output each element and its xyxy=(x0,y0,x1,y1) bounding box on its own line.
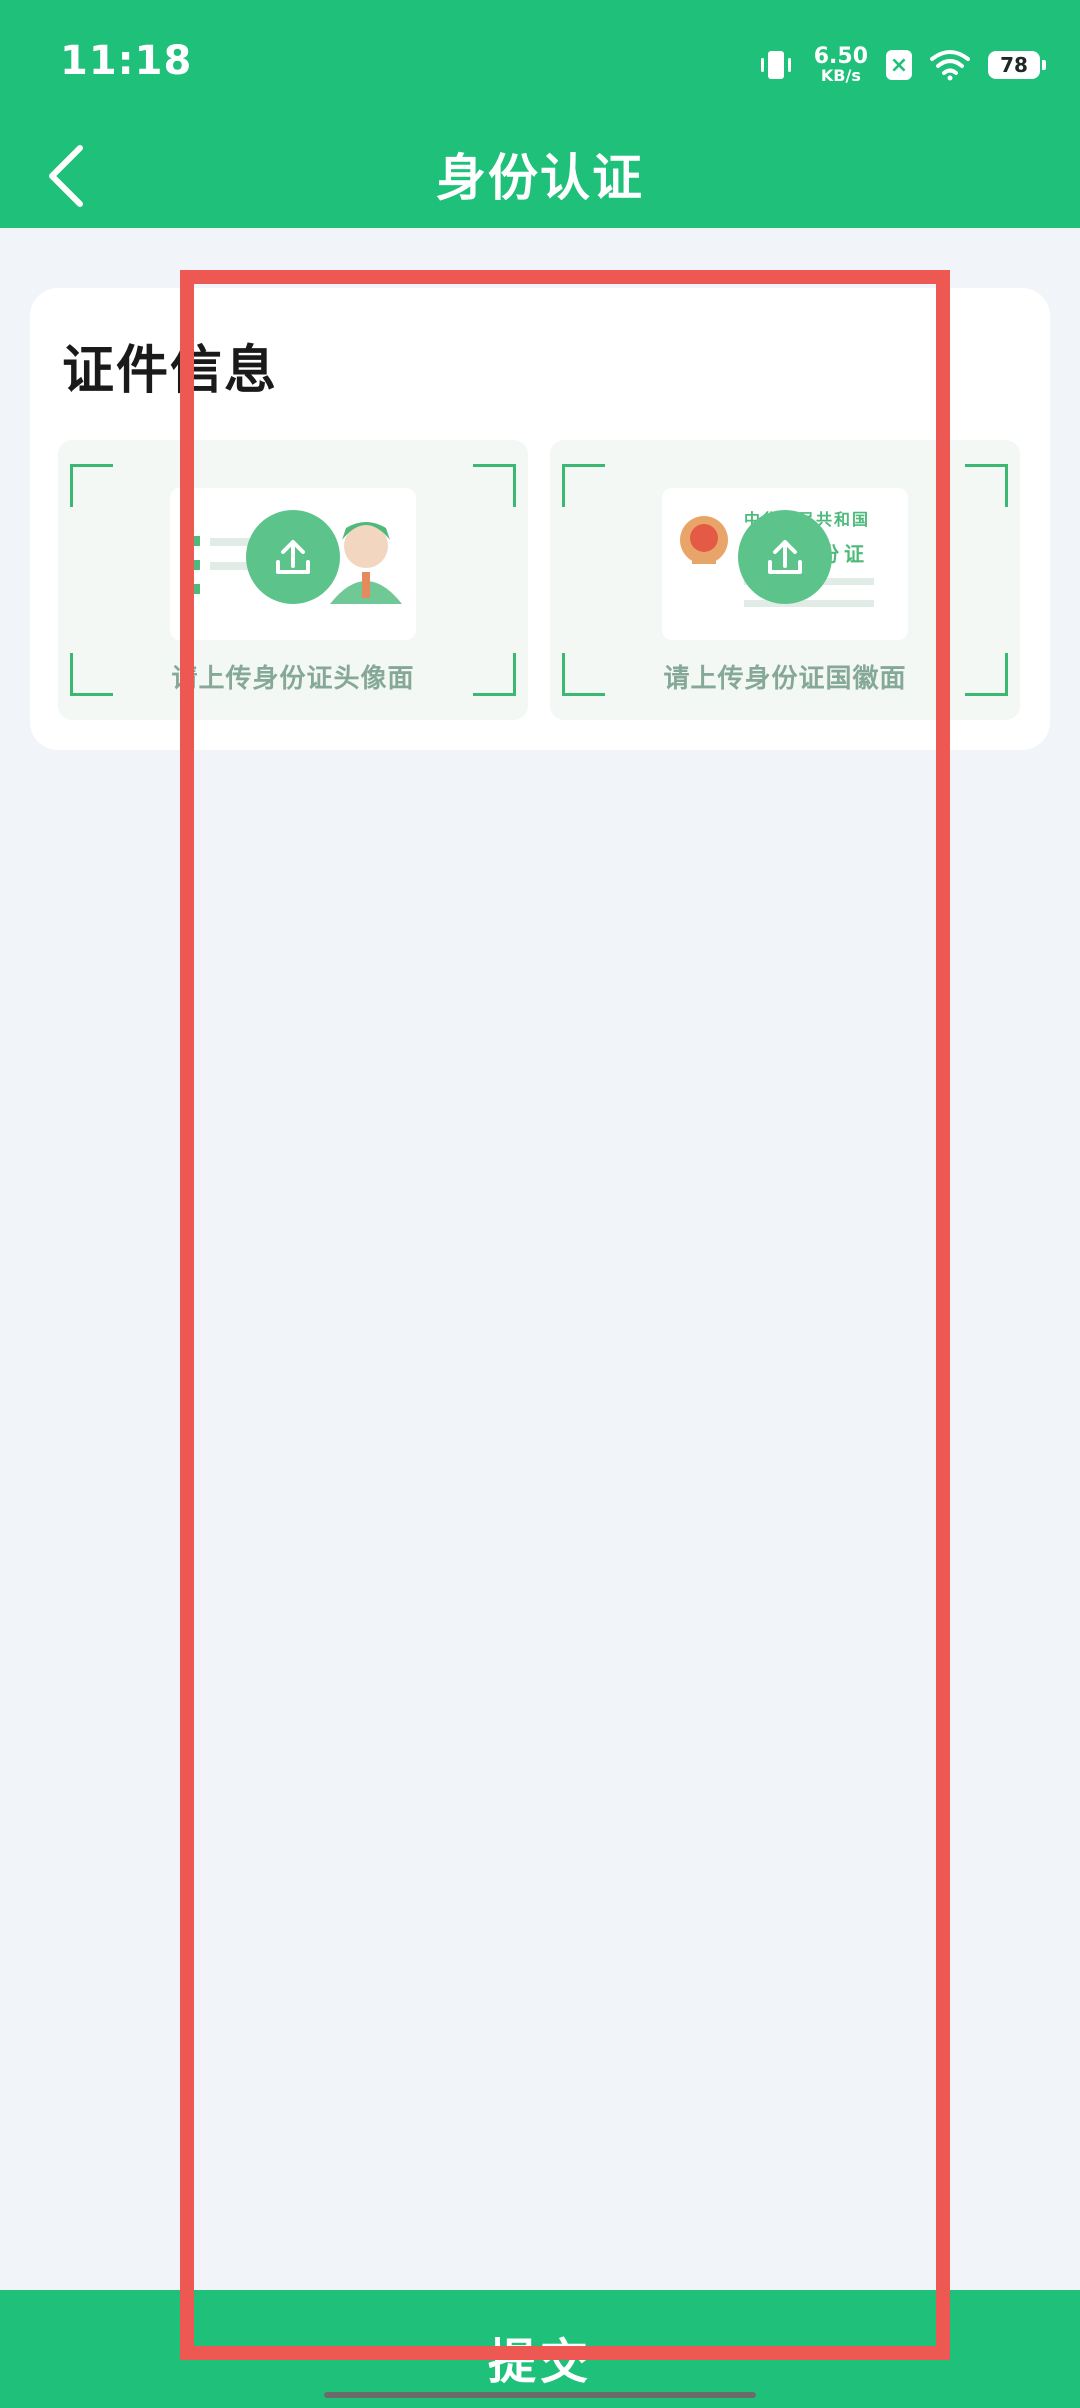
frame-corner-icon xyxy=(965,464,1008,507)
frame-corner-icon xyxy=(473,464,516,507)
id-info-card: 证件信息 请上传身份证头像面 请上传身份证国徽面 xyxy=(30,288,1050,750)
upload-id-front[interactable]: 请上传身份证头像面 xyxy=(58,440,528,720)
vibrate-icon xyxy=(760,51,791,79)
page-title: 身份认证 xyxy=(436,149,644,207)
upload-arrow-icon xyxy=(768,540,802,574)
frame-corner-icon xyxy=(70,464,113,507)
upload-arrow-icon xyxy=(276,540,310,574)
upload-icon[interactable] xyxy=(246,510,340,604)
notification-x-icon: × xyxy=(886,50,912,80)
battery-indicator: 78 xyxy=(988,51,1046,79)
network-speed: 6.50 KB/s xyxy=(813,44,868,85)
status-icons: 6.50 KB/s × 78 xyxy=(756,40,1046,90)
frame-corner-icon xyxy=(562,464,605,507)
upload-id-back[interactable]: 中华人民共和国 居民身份证 请上传身份证国徽面 xyxy=(550,440,1020,720)
upload-front-label: 请上传身份证头像面 xyxy=(171,664,415,694)
submit-label: 提交 xyxy=(487,2334,592,2390)
upload-icon[interactable] xyxy=(738,510,832,604)
navigation-bar: 身份认证 xyxy=(0,126,1080,228)
home-indicator xyxy=(324,2392,756,2398)
section-title: 证件信息 xyxy=(62,341,279,401)
wifi-icon xyxy=(930,50,970,81)
upload-back-label: 请上传身份证国徽面 xyxy=(663,664,907,694)
status-bar: 11:18 6.50 KB/s × 78 xyxy=(0,0,1080,126)
status-time: 11:18 xyxy=(60,38,193,84)
